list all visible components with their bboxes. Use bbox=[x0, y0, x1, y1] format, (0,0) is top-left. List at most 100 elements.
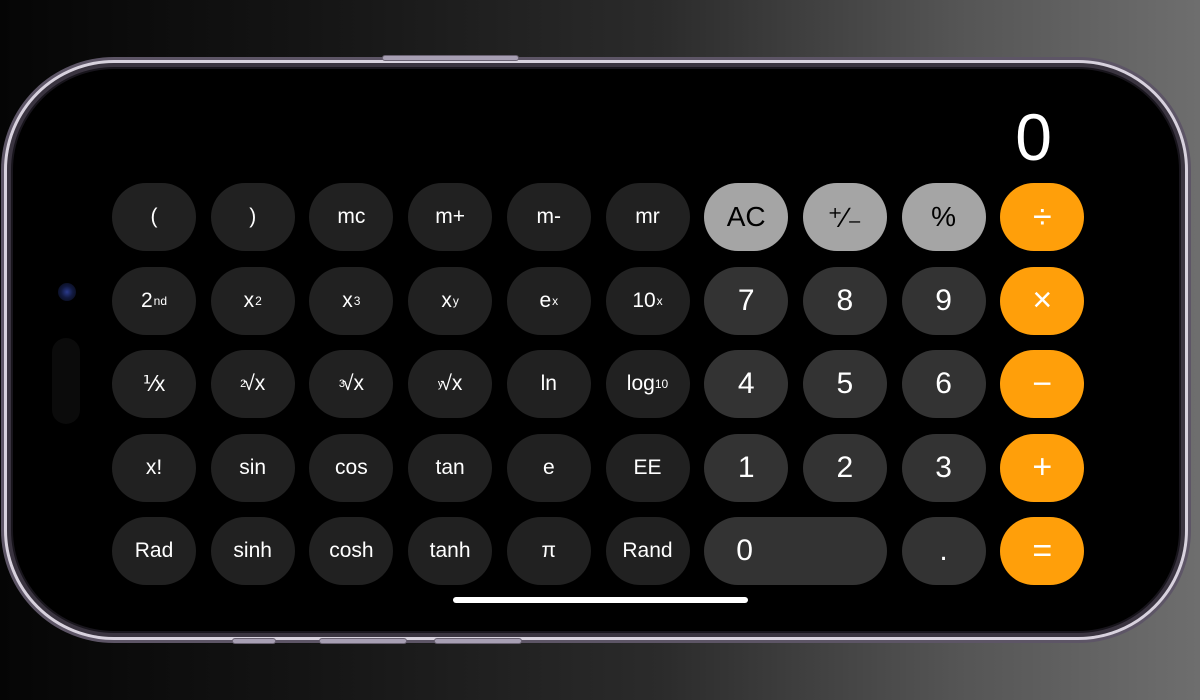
open-paren-button[interactable]: ( bbox=[112, 183, 196, 251]
rad-label: Rad bbox=[134, 539, 174, 562]
one-label: 1 bbox=[737, 450, 755, 484]
sinh-label: sinh bbox=[233, 539, 272, 562]
plus-minus-button[interactable]: ⁺∕₋ bbox=[802, 183, 887, 251]
rad-button[interactable]: Rad bbox=[112, 517, 196, 585]
reciprocal-button[interactable]: ⅟x bbox=[112, 350, 196, 418]
tanh-button[interactable]: tanh bbox=[408, 517, 493, 585]
cos-button[interactable]: cos bbox=[309, 433, 394, 502]
mr-label: mr bbox=[635, 205, 660, 228]
divide-label: ÷ bbox=[1032, 197, 1052, 236]
seven-label: 7 bbox=[737, 283, 755, 317]
tan-button[interactable]: tan bbox=[408, 433, 493, 502]
one-button[interactable]: 1 bbox=[704, 433, 789, 502]
add-button[interactable]: + bbox=[1000, 433, 1085, 502]
nine-button[interactable]: 9 bbox=[901, 266, 986, 335]
x-to-y-label: x bbox=[441, 288, 452, 312]
eight-button[interactable]: 8 bbox=[802, 266, 887, 335]
factorial-button[interactable]: x! bbox=[112, 433, 196, 502]
e-to-x-label: e bbox=[539, 288, 552, 312]
ac-button[interactable]: AC bbox=[704, 183, 789, 251]
nine-label: 9 bbox=[935, 283, 952, 317]
mc-button[interactable]: mc bbox=[309, 183, 394, 251]
e-button[interactable]: e bbox=[506, 433, 591, 502]
close-paren-label: ) bbox=[249, 205, 257, 228]
home-indicator[interactable] bbox=[453, 597, 748, 603]
m-minus-label: m- bbox=[536, 205, 562, 228]
cosh-label: cosh bbox=[329, 539, 374, 562]
cos-label: cos bbox=[335, 455, 368, 479]
divide-button[interactable]: ÷ bbox=[1000, 183, 1085, 251]
decimal-label: . bbox=[939, 534, 948, 567]
four-label: 4 bbox=[737, 367, 755, 400]
three-button[interactable]: 3 bbox=[901, 433, 986, 502]
sin-button[interactable]: sin bbox=[210, 433, 295, 502]
m-plus-label: m+ bbox=[435, 205, 465, 228]
multiply-label: × bbox=[1032, 281, 1053, 319]
two-label: 2 bbox=[836, 450, 854, 484]
zero-label: 0 bbox=[736, 534, 753, 567]
m-plus-button[interactable]: m+ bbox=[408, 183, 493, 251]
x-to-y-button[interactable]: xy bbox=[408, 266, 493, 335]
close-paren-button[interactable]: ) bbox=[210, 183, 295, 251]
log10-label: log bbox=[626, 372, 655, 395]
log10-button[interactable]: log 10 bbox=[605, 350, 690, 418]
volume-button-1 bbox=[233, 639, 275, 643]
ln-button[interactable]: ln bbox=[506, 350, 591, 418]
e-label: e bbox=[542, 455, 555, 479]
y-root-label: √x bbox=[440, 372, 463, 395]
two-button[interactable]: 2 bbox=[802, 433, 887, 502]
cube-root-button[interactable]: 3 √x bbox=[309, 350, 394, 418]
subtract-label: − bbox=[1032, 364, 1053, 403]
zero-button[interactable]: 0 bbox=[704, 517, 888, 585]
mc-label: mc bbox=[337, 205, 366, 228]
cube-root-label: √x bbox=[341, 372, 364, 395]
front-camera-icon bbox=[58, 283, 76, 301]
ten-to-x-label: 10 bbox=[632, 288, 656, 312]
ee-label: EE bbox=[633, 455, 662, 479]
reciprocal-label: ⅟x bbox=[142, 372, 166, 396]
tanh-label: tanh bbox=[429, 539, 471, 562]
six-label: 6 bbox=[935, 367, 952, 400]
multiply-button[interactable]: × bbox=[1000, 266, 1085, 335]
five-button[interactable]: 5 bbox=[802, 350, 887, 418]
x-squared-label: x bbox=[243, 288, 255, 312]
cosh-button[interactable]: cosh bbox=[309, 517, 394, 585]
second-label: 2 bbox=[140, 288, 153, 312]
calculator-display: 0 bbox=[1015, 100, 1052, 174]
second-button[interactable]: 2nd bbox=[112, 266, 196, 335]
ten-to-x-button[interactable]: 10 x bbox=[605, 266, 690, 335]
square-root-button[interactable]: 2 √x bbox=[210, 350, 295, 418]
volume-button-3 bbox=[435, 639, 521, 643]
y-root-button[interactable]: y √x bbox=[408, 350, 493, 418]
ln-label: ln bbox=[540, 372, 557, 395]
three-label: 3 bbox=[935, 450, 952, 484]
ac-label: AC bbox=[726, 201, 766, 232]
x-cubed-button[interactable]: x3 bbox=[309, 266, 394, 335]
five-label: 5 bbox=[836, 367, 854, 400]
mr-button[interactable]: mr bbox=[605, 183, 690, 251]
add-label: + bbox=[1032, 448, 1053, 486]
eight-label: 8 bbox=[836, 283, 854, 317]
percent-button[interactable]: % bbox=[901, 183, 986, 251]
m-minus-button[interactable]: m- bbox=[506, 183, 591, 251]
subtract-button[interactable]: − bbox=[1000, 350, 1085, 418]
sin-label: sin bbox=[239, 455, 267, 479]
percent-label: % bbox=[931, 201, 957, 232]
seven-button[interactable]: 7 bbox=[704, 266, 789, 335]
pi-button[interactable]: π bbox=[506, 517, 591, 585]
decimal-button[interactable]: . bbox=[901, 517, 986, 585]
rand-button[interactable]: Rand bbox=[605, 517, 690, 585]
equals-button[interactable]: = bbox=[1000, 517, 1085, 585]
six-button[interactable]: 6 bbox=[901, 350, 986, 418]
pi-label: π bbox=[541, 539, 557, 562]
ee-button[interactable]: EE bbox=[605, 433, 690, 502]
equals-label: = bbox=[1032, 531, 1053, 570]
volume-button-2 bbox=[320, 639, 406, 643]
open-paren-label: ( bbox=[150, 205, 158, 228]
square-root-label: √x bbox=[243, 372, 266, 395]
sinh-button[interactable]: sinh bbox=[210, 517, 295, 585]
x-squared-button[interactable]: x2 bbox=[210, 266, 295, 335]
e-to-x-button[interactable]: ex bbox=[506, 266, 591, 335]
factorial-label: x! bbox=[145, 455, 163, 479]
four-button[interactable]: 4 bbox=[704, 350, 789, 418]
